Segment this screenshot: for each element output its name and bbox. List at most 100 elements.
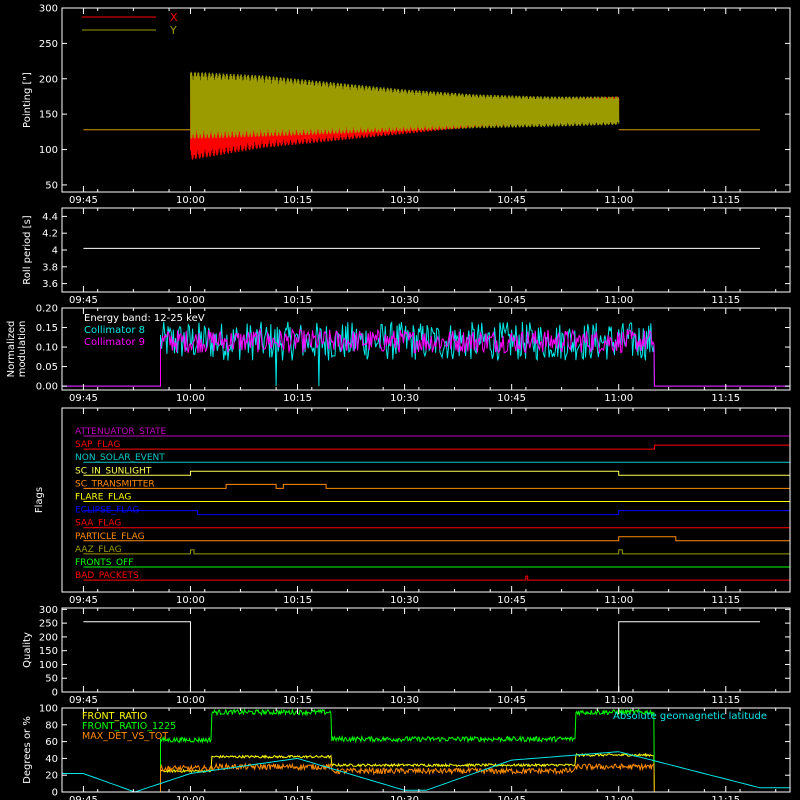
pointing-xtick-label: 10:00: [176, 195, 205, 206]
quality-xtick-label: 10:00: [176, 695, 205, 706]
flag-label: ECLIPSE_FLAG: [75, 506, 139, 516]
flag-label: SC_IN_SUNLIGHT: [75, 466, 152, 476]
ratios-ytick-label: 20: [45, 771, 58, 782]
roll-ylabel: Roll period [s]: [22, 215, 33, 284]
modulation-series-collimator-9: [62, 327, 790, 387]
quality-plot-area: [83, 621, 761, 692]
ratios-xtick-label: 10:15: [283, 795, 312, 800]
roll-ytick-label: 4: [52, 246, 58, 257]
quality-xtick-label: 10:15: [283, 695, 312, 706]
pointing-xtick-label: 10:30: [390, 195, 419, 206]
roll-ytick-label: 3.6: [42, 279, 58, 290]
quality-ytick-label: 100: [39, 660, 58, 671]
flag-line-eclipse-flag: [83, 510, 790, 516]
roll-xtick-label: 10:00: [176, 295, 205, 306]
quality-xtick-label: 10:30: [390, 695, 419, 706]
pointing-legend-label: X: [170, 11, 178, 24]
figure: 09:45 10:00 10:15 10:30 10:45 11:00 11:15 50 100…: [6, 4, 791, 800]
roll-xtick-label: 10:45: [497, 295, 526, 306]
quality-line: [83, 621, 761, 692]
ratios-ytick-label: 100: [39, 704, 58, 715]
roll-ytick-label: 4.4: [42, 212, 58, 223]
ratios-ytick-label: 80: [45, 720, 58, 731]
flags-xtick-label: 10:30: [390, 595, 419, 606]
flag-label: NON_SOLAR_EVENT: [75, 453, 165, 463]
flags-xtick-label: 10:15: [283, 595, 312, 606]
ratios-ytick-label: 0: [52, 788, 58, 799]
flags-xtick-label: 11:15: [711, 595, 740, 606]
quality-ytick-label: 300: [39, 605, 58, 616]
quality-xtick-label: 11:00: [604, 695, 633, 706]
pointing-xtick-label: 11:00: [604, 195, 633, 206]
flags-ylabel: Flags: [34, 487, 45, 513]
pointing-legend-label: Y: [169, 24, 177, 37]
ratios-legend-label: MAX_DET_VS_TOT: [82, 731, 168, 742]
modulation-xtick-label: 11:00: [604, 393, 633, 404]
ratios-xtick-label: 09:45: [69, 795, 98, 800]
ratios-xtick-label: 10:45: [497, 795, 526, 800]
quality-xtick-label: 10:45: [497, 695, 526, 706]
modulation-xtick-label: 09:45: [69, 393, 98, 404]
modulation-xtick-label: 10:30: [390, 393, 419, 404]
quality-xtick-label: 11:15: [711, 695, 740, 706]
modulation-xtick-label: 10:00: [176, 393, 205, 404]
flag-label: SAP_FLAG: [75, 440, 120, 450]
flag-label: PARTICLE_FLAG: [75, 532, 145, 542]
pointing-plot-area: [83, 71, 761, 160]
modulation-xtick-label: 11:15: [711, 393, 740, 404]
quality-ytick-label: 200: [39, 632, 58, 643]
ratios-ytick-label: 40: [45, 754, 58, 765]
flag-line-bad-packets: [83, 575, 790, 581]
flags-xtick-label: 10:00: [176, 595, 205, 606]
flag-label: ATTENUATOR_STATE: [75, 427, 167, 437]
pointing-ytick-label: 100: [39, 145, 58, 156]
pointing-xtick-label: 11:15: [711, 195, 740, 206]
flag-line-sc-transmitter: [83, 483, 790, 489]
ratios-ylabel: Degrees or %: [22, 716, 33, 784]
flag-label: FRONTS_OFF: [75, 558, 133, 568]
roll-xtick-label: 11:00: [604, 295, 633, 306]
roll-ytick-label: 4.2: [42, 229, 58, 240]
quality-ytick-label: 50: [45, 674, 58, 685]
flags-xtick-label: 09:45: [69, 595, 98, 606]
quality-ytick-label: 250: [39, 619, 58, 630]
flag-label: SC_TRANSMITTER: [75, 479, 155, 489]
ratios-xtick-label: 11:15: [711, 795, 740, 800]
quality-frame: [61, 607, 791, 693]
roll-xtick-label: 11:15: [711, 295, 740, 306]
roll-xtick-label: 09:45: [69, 295, 98, 306]
flags-xtick-label: 11:00: [604, 595, 633, 606]
modulation-ytick-label: 0.20: [36, 304, 58, 315]
pointing-ytick-label: 250: [39, 39, 58, 50]
modulation-ytick-label: 0.10: [36, 343, 58, 354]
modulation-legend-label: Collimator 8: [84, 325, 145, 336]
quality-xtick-label: 09:45: [69, 695, 98, 706]
pointing-ytick-label: 300: [39, 4, 58, 15]
ratios-series-max-det-vs-tot: [62, 762, 790, 792]
pointing-ytick-label: 150: [39, 110, 58, 121]
ratios-series-geomagnetic-latitude: [62, 751, 790, 792]
modulation-ytick-label: 0.00: [36, 382, 58, 393]
ratios-xtick-label: 10:00: [176, 795, 205, 800]
modulation-series-collimator-8: [62, 321, 790, 387]
pointing-xtick-label: 10:45: [497, 195, 526, 206]
modulation-xtick-label: 10:45: [497, 393, 526, 404]
ratios-xtick-label: 11:00: [604, 795, 633, 800]
quality-ytick-label: 150: [39, 646, 58, 657]
modulation-annotation: Energy band: 12-25 keV: [84, 313, 205, 324]
pointing-ylabel: Pointing ["]: [22, 72, 33, 128]
ratios-legend-right: Absolute geomagnetic latitude: [613, 711, 767, 722]
modulation-ylabel: modulation: [17, 321, 28, 378]
flags-xtick-label: 10:45: [497, 595, 526, 606]
pointing-xtick-label: 10:15: [283, 195, 312, 206]
flag-label: BAD_PACKETS: [75, 571, 139, 581]
roll-xtick-label: 10:30: [390, 295, 419, 306]
modulation-ytick-label: 0.05: [36, 362, 58, 373]
modulation-plot-area: [62, 321, 790, 387]
flag-label: FLARE_FLAG: [75, 493, 131, 503]
flag-line-particle-flag: [83, 536, 790, 542]
quality-ytick-label: 0: [52, 688, 58, 699]
flag-line-sc-in-sunlight: [83, 470, 790, 476]
modulation-ytick-label: 0.15: [36, 323, 58, 334]
pointing-xtick-label: 09:45: [69, 195, 98, 206]
